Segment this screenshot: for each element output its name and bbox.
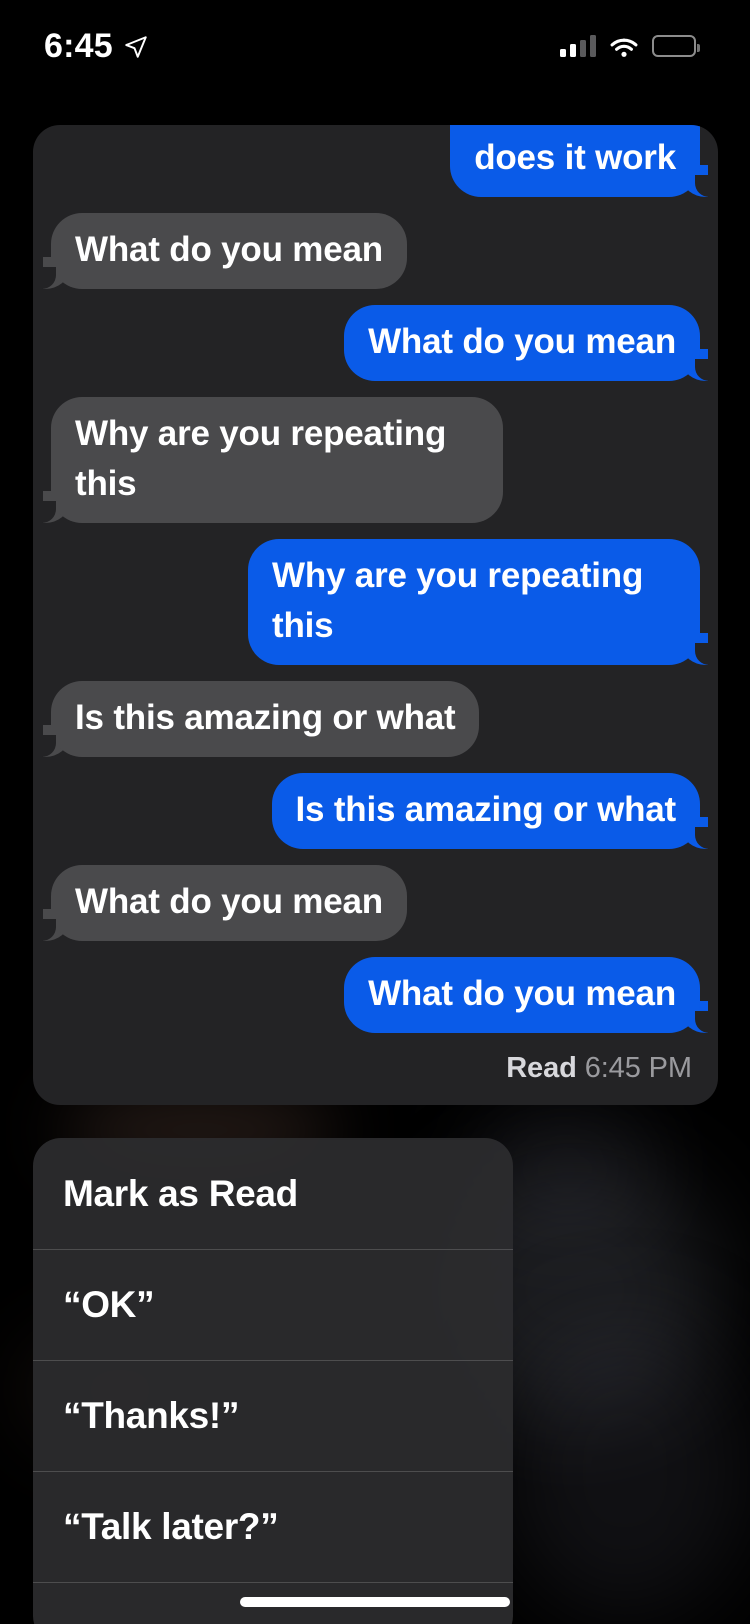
cellular-signal-icon (560, 35, 596, 57)
status-bar-clock: 6:45 (44, 26, 113, 65)
message-thread: does it work What do you mean What do yo… (33, 125, 718, 1105)
message-notification-card[interactable]: does it work What do you mean What do yo… (33, 125, 718, 1105)
message-bubble-sent: Why are you repeating this (248, 539, 709, 665)
status-bar-right (560, 35, 700, 58)
location-arrow-icon (125, 36, 147, 58)
menu-item-quick-reply-talk-later[interactable]: “Talk later?” (33, 1471, 513, 1582)
message-row: What do you mean (51, 957, 709, 1033)
read-receipt-label: Read (506, 1052, 577, 1084)
battery-icon (652, 35, 700, 57)
status-bar-left: 6:45 (44, 27, 149, 66)
message-row: Why are you repeating this (42, 397, 700, 523)
read-receipt-time: 6:45 PM (584, 1052, 692, 1084)
message-row: Is this amazing or what (41, 681, 700, 757)
read-receipt: Read 6:45 PM (506, 1051, 692, 1085)
background-blur-shape (500, 1320, 750, 1620)
message-row: Is this amazing or what (51, 773, 710, 849)
menu-item-mark-as-read[interactable]: Mark as Read (33, 1138, 513, 1249)
message-bubble-received: Is this amazing or what (41, 681, 480, 757)
menu-item-quick-reply-ok[interactable]: “OK” (33, 1249, 513, 1360)
menu-item-quick-reply-thanks[interactable]: “Thanks!” (33, 1360, 513, 1471)
message-bubble-received: Why are you repeating this (42, 397, 503, 523)
home-indicator[interactable] (240, 1597, 510, 1607)
iphone-screen: 6:45 does it work What do you mean What … (0, 0, 750, 1624)
message-row: Why are you repeating this (51, 539, 709, 665)
status-bar: 6:45 (0, 0, 750, 92)
message-bubble-sent: does it work (450, 125, 709, 197)
message-bubble-received: What do you mean (42, 865, 407, 941)
message-bubble-sent: Is this amazing or what (271, 773, 710, 849)
message-bubble-sent: What do you mean (344, 305, 709, 381)
message-row: What do you mean (42, 213, 700, 289)
wifi-icon (610, 38, 638, 57)
message-row: What do you mean (51, 305, 709, 381)
message-bubble-sent: What do you mean (344, 957, 709, 1033)
message-bubble-received: What do you mean (42, 213, 407, 289)
message-row: What do you mean (42, 865, 700, 941)
message-row: does it work (51, 125, 709, 197)
notification-context-menu[interactable]: Mark as Read “OK” “Thanks!” “Talk later?… (33, 1138, 513, 1624)
